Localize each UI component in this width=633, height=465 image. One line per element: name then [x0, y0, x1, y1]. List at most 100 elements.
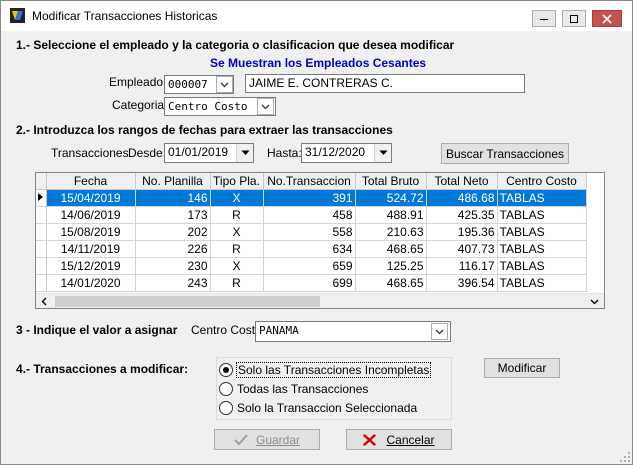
cell-tipo-pla[interactable]: R — [210, 206, 264, 224]
cell-total-neto[interactable]: 116.17 — [426, 257, 498, 275]
cell-total-neto[interactable]: 407.73 — [426, 240, 498, 258]
app-icon — [10, 8, 25, 23]
chevron-down-icon — [435, 329, 444, 334]
cell-fecha[interactable]: 15/12/2019 — [46, 257, 136, 275]
scroll-down-icon[interactable] — [590, 297, 599, 306]
radio-button[interactable] — [219, 382, 233, 396]
radio-option-seleccionada[interactable]: Solo la Transaccion Seleccionada — [217, 399, 439, 417]
cell-tipo-pla[interactable]: R — [210, 240, 264, 258]
grid-table: Fecha No. Planilla Tipo Pla. No.Transacc… — [36, 173, 587, 292]
row-indicator[interactable] — [36, 257, 47, 275]
table-row[interactable]: 14/01/2020 243 R 699 468.65 396.54 TABLAS — [36, 274, 587, 292]
radio-option-incompletas[interactable]: Solo las Transacciones Incompletas — [217, 361, 439, 379]
cell-no-transaccion[interactable]: 558 — [263, 223, 356, 241]
cancelar-button[interactable]: Cancelar — [346, 429, 452, 450]
maximize-button[interactable] — [562, 10, 586, 27]
cell-centro-costo[interactable]: TABLAS — [497, 189, 587, 207]
cell-total-bruto[interactable]: 210.63 — [355, 223, 427, 241]
cell-fecha[interactable]: 14/06/2019 — [46, 206, 136, 224]
table-row[interactable]: 14/06/2019 173 R 458 488.91 425.35 TABLAS — [36, 206, 587, 224]
centro-costo-dropdown-button[interactable] — [431, 323, 448, 340]
transacciones-radio-group: Solo las Transacciones Incompletas Todas… — [216, 357, 452, 420]
cell-no-planilla[interactable]: 230 — [135, 257, 211, 275]
modificar-label: Modificar — [497, 361, 547, 375]
hasta-label: Hasta: — [267, 146, 302, 160]
cell-total-neto[interactable]: 425.35 — [426, 206, 498, 224]
row-indicator[interactable] — [36, 274, 47, 292]
desde-value: 01/01/2019 — [168, 145, 229, 159]
cell-no-planilla[interactable]: 202 — [135, 223, 211, 241]
centro-costo-select[interactable]: PANAMA — [255, 321, 451, 342]
empleado-name-field[interactable]: JAIME E. CONTRERAS C. — [245, 74, 525, 93]
cell-total-neto[interactable]: 486.68 — [426, 189, 498, 207]
grid-horizontal-scrollbar[interactable] — [36, 293, 604, 308]
cell-total-bruto[interactable]: 468.65 — [355, 274, 427, 292]
cell-no-planilla[interactable]: 243 — [135, 274, 211, 292]
radio-option-todas[interactable]: Todas las Transacciones — [217, 380, 439, 398]
radio-button[interactable] — [219, 401, 233, 415]
cell-tipo-pla[interactable]: X — [210, 223, 264, 241]
cell-no-transaccion[interactable]: 659 — [263, 257, 356, 275]
cell-no-transaccion[interactable]: 699 — [263, 274, 356, 292]
cell-fecha[interactable]: 14/11/2019 — [46, 240, 136, 258]
row-indicator[interactable] — [36, 223, 47, 241]
table-row[interactable]: 14/11/2019 226 R 634 468.65 407.73 TABLAS — [36, 240, 587, 258]
transacciones-grid[interactable]: Fecha No. Planilla Tipo Pla. No.Transacc… — [35, 172, 605, 309]
cell-fecha[interactable]: 15/04/2019 — [46, 189, 136, 207]
cell-no-planilla[interactable]: 226 — [135, 240, 211, 258]
cell-tipo-pla[interactable]: X — [210, 257, 264, 275]
modificar-button[interactable]: Modificar — [484, 358, 560, 378]
cell-tipo-pla[interactable]: R — [210, 274, 264, 292]
desde-calendar-button[interactable] — [236, 144, 253, 162]
close-button[interactable] — [592, 10, 622, 27]
title-bar[interactable]: Modificar Transacciones Historicas — [1, 1, 632, 31]
cell-centro-costo[interactable]: TABLAS — [497, 206, 587, 224]
cell-total-neto[interactable]: 195.36 — [426, 223, 498, 241]
cell-centro-costo[interactable]: TABLAS — [497, 240, 587, 258]
buscar-transacciones-button[interactable]: Buscar Transacciones — [441, 143, 569, 164]
cell-fecha[interactable]: 15/08/2019 — [46, 223, 136, 241]
row-indicator[interactable] — [36, 189, 47, 207]
cell-total-bruto[interactable]: 125.25 — [355, 257, 427, 275]
grid-header-row: Fecha No. Planilla Tipo Pla. No.Transacc… — [36, 173, 587, 190]
column-header-fecha[interactable]: Fecha — [46, 173, 136, 190]
cell-no-planilla[interactable]: 146 — [135, 189, 211, 207]
radio-button-selected[interactable] — [219, 363, 233, 377]
resize-grip-icon[interactable] — [619, 451, 631, 463]
cell-total-bruto[interactable]: 488.91 — [355, 206, 427, 224]
categoria-dropdown-button[interactable] — [257, 98, 274, 115]
row-indicator[interactable] — [36, 240, 47, 258]
cell-centro-costo[interactable]: TABLAS — [497, 223, 587, 241]
section2-heading: 2.- Introduzca los rangos de fechas para… — [16, 123, 393, 137]
cell-total-neto[interactable]: 396.54 — [426, 274, 498, 292]
column-header-total-bruto[interactable]: Total Bruto — [355, 173, 427, 190]
minimize-button[interactable] — [532, 10, 556, 27]
cell-total-bruto[interactable]: 524.72 — [355, 189, 427, 207]
table-row[interactable]: 15/08/2019 202 X 558 210.63 195.36 TABLAS — [36, 223, 587, 241]
empleado-dropdown-button[interactable] — [216, 76, 233, 93]
row-indicator[interactable] — [36, 206, 47, 224]
categoria-label: Categoria: — [112, 98, 168, 112]
cell-tipo-pla[interactable]: X — [210, 189, 264, 207]
cell-centro-costo[interactable]: TABLAS — [497, 257, 587, 275]
scroll-left-icon[interactable] — [41, 297, 47, 306]
table-row[interactable]: 15/12/2019 230 X 659 125.25 116.17 TABLAS — [36, 257, 587, 275]
cell-total-bruto[interactable]: 468.65 — [355, 240, 427, 258]
radio-label: Solo las Transacciones Incompletas — [236, 362, 432, 378]
column-header-centro-costo[interactable]: Centro Costo — [497, 173, 587, 190]
column-header-no-transaccion[interactable]: No.Transaccion — [263, 173, 356, 190]
cell-no-transaccion[interactable]: 634 — [263, 240, 356, 258]
hasta-calendar-button[interactable] — [374, 144, 391, 162]
column-header-no-planilla[interactable]: No. Planilla — [135, 173, 211, 190]
guardar-button[interactable]: Guardar — [214, 429, 320, 450]
cell-no-planilla[interactable]: 173 — [135, 206, 211, 224]
column-header-total-neto[interactable]: Total Neto — [426, 173, 498, 190]
table-row[interactable]: 15/04/2019 146 X 391 524.72 486.68 TABLAS — [36, 189, 587, 207]
cell-no-transaccion[interactable]: 458 — [263, 206, 356, 224]
column-header-tipo-pla[interactable]: Tipo Pla. — [210, 173, 264, 190]
cell-fecha[interactable]: 14/01/2020 — [46, 274, 136, 292]
cell-no-transaccion[interactable]: 391 — [263, 189, 356, 207]
scrollbar-thumb[interactable] — [55, 296, 320, 307]
cell-centro-costo[interactable]: TABLAS — [497, 274, 587, 292]
buscar-label: Buscar Transacciones — [445, 146, 565, 161]
